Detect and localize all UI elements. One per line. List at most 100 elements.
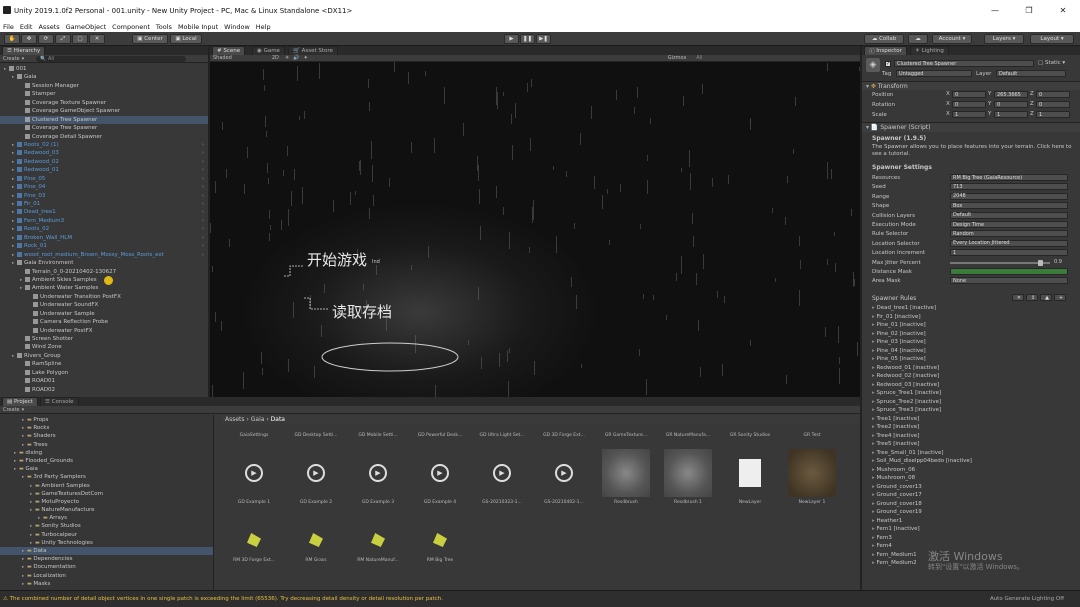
asset-item[interactable]: GR Test xyxy=(782,433,842,438)
setting-value-field[interactable]: Random xyxy=(950,230,1068,238)
prefab-chevron-icon[interactable]: › xyxy=(202,225,204,233)
breadcrumb-assets[interactable]: Assets xyxy=(225,416,245,423)
hierarchy-item[interactable]: ▸ Dead_tree1 › xyxy=(0,208,208,216)
hierarchy-item[interactable]: Underwater PostFX xyxy=(0,327,208,335)
spawner-rule-item[interactable]: ▸ Spruce_Tree1 [inactive] xyxy=(872,389,1077,398)
setting-value-field[interactable]: Design Time xyxy=(950,221,1068,228)
breadcrumb-gaia[interactable]: Gaia xyxy=(251,416,265,423)
tab-inspector[interactable]: ⓘ Inspector xyxy=(864,46,907,55)
spawner-rule-item[interactable]: ▸ Mushroom_08 xyxy=(872,474,1077,483)
menu-help[interactable]: Help xyxy=(256,23,271,31)
tab-console[interactable]: ☰ Console xyxy=(40,397,79,406)
scale-y-field[interactable]: 1 xyxy=(994,111,1028,118)
folder-item[interactable]: ▸ ▬ Trees xyxy=(0,441,213,449)
spawner-rule-item[interactable]: ▸ Pine_05 [inactive] xyxy=(872,355,1077,364)
asset-item[interactable]: ▶ GS-20210323-1... xyxy=(472,449,532,505)
distance-mask-curve[interactable] xyxy=(950,268,1068,275)
prefab-chevron-icon[interactable]: › xyxy=(202,149,204,157)
asset-item[interactable]: Resdbrush 1 xyxy=(658,449,718,505)
prefab-chevron-icon[interactable]: › xyxy=(202,192,204,200)
folder-item[interactable]: ▸ ▬ Rocks xyxy=(0,424,213,432)
folder-item[interactable]: ▸ ▬ Flooded_Grounds xyxy=(0,457,213,465)
prefab-chevron-icon[interactable]: › xyxy=(202,200,204,208)
status-message[interactable]: The combined number of detail object ver… xyxy=(10,596,443,602)
hierarchy-item[interactable]: Underwater Sample xyxy=(0,310,208,318)
hierarchy-item[interactable]: ▸ 001 xyxy=(0,65,208,73)
spawner-rule-item[interactable]: ▸ Ground_cover18 xyxy=(872,500,1077,509)
spawner-rule-item[interactable]: ▸ Ground_cover17 xyxy=(872,491,1077,500)
collab-button[interactable]: ☁ Collab xyxy=(864,34,904,44)
hierarchy-item[interactable]: ▸ Pine_03 › xyxy=(0,192,208,200)
folder-item[interactable]: ▸ ▬ Masks xyxy=(0,580,213,588)
spawner-description[interactable]: The Spawner allows you to place features… xyxy=(872,144,1076,158)
menu-mobile-input[interactable]: Mobile Input xyxy=(178,23,218,31)
asset-item[interactable]: ▶ GD Example 2 xyxy=(286,449,346,505)
spawner-rule-item[interactable]: ▸ Pine_04 [inactive] xyxy=(872,347,1077,356)
folder-item[interactable]: ▸ ▬ Arrays xyxy=(0,514,213,522)
menu-edit[interactable]: Edit xyxy=(20,23,33,31)
layout-dropdown[interactable]: Layout ▾ xyxy=(1030,34,1074,44)
menu-assets[interactable]: Assets xyxy=(38,23,59,31)
prefab-chevron-icon[interactable]: › xyxy=(202,166,204,174)
hierarchy-item[interactable]: Coverage Detail Spawner xyxy=(0,133,208,141)
rotate-tool-icon[interactable]: ⟳ xyxy=(38,34,54,44)
asset-item[interactable]: RM Grass xyxy=(286,525,346,563)
slider-handle[interactable] xyxy=(1038,259,1043,266)
play-button[interactable]: ▶ xyxy=(504,34,519,44)
pivot-center-button[interactable]: ▣ Center xyxy=(132,34,168,44)
hierarchy-item[interactable]: ▸ Rivers_Group xyxy=(0,352,208,360)
folder-item[interactable]: ▸ ▬ Props xyxy=(0,416,213,424)
asset-item[interactable]: ▶ GS-20210402-1... xyxy=(534,449,594,505)
spawner-rule-item[interactable]: ▸ Tree_Small_01 [inactive] xyxy=(872,449,1077,458)
spawner-rule-item[interactable]: ▸ Tree4 [inactive] xyxy=(872,432,1077,441)
layer-dropdown[interactable]: Default xyxy=(996,70,1066,77)
tab-lighting[interactable]: ☀ Lighting xyxy=(910,46,949,55)
active-checkbox[interactable]: ✓ xyxy=(885,61,891,67)
hierarchy-item[interactable]: ▸ Redwood_01 › xyxy=(0,166,208,174)
hierarchy-item[interactable]: ▸ wood_root_medium_Brown_Mossy_Moss_Roots… xyxy=(0,251,208,259)
hierarchy-item[interactable]: ▸ Pine_04 › xyxy=(0,183,208,191)
tab-game[interactable]: ◉ Game xyxy=(252,46,285,55)
rule-remove-button[interactable]: ✕ xyxy=(1012,294,1024,301)
rule-add-button[interactable]: + xyxy=(1054,294,1066,301)
asset-item[interactable]: NewLayer xyxy=(720,449,780,505)
hierarchy-item[interactable]: Wind Zone xyxy=(0,343,208,351)
asset-item[interactable]: GD Powerful Desk... xyxy=(410,433,470,438)
hierarchy-item[interactable]: Lake Polygon xyxy=(0,369,208,377)
folder-item[interactable]: ▸ ▬ Localization xyxy=(0,572,213,580)
move-tool-icon[interactable]: ✥ xyxy=(21,34,37,44)
asset-item[interactable]: RM NatureManuf... xyxy=(348,525,408,563)
spawner-rule-item[interactable]: ▸ Tree5 [inactive] xyxy=(872,440,1077,449)
setting-value-field[interactable]: None xyxy=(950,277,1068,285)
folder-item[interactable]: ▸ ▬ Dependencies xyxy=(0,555,213,563)
hierarchy-item[interactable]: ROAD02 xyxy=(0,386,208,394)
asset-item[interactable]: GR Sonity Studios xyxy=(720,433,780,438)
rotation-z-field[interactable]: 0 xyxy=(1036,101,1070,108)
step-button[interactable]: ▶❚ xyxy=(536,34,551,44)
pause-button[interactable]: ❚❚ xyxy=(520,34,535,44)
hierarchy-item[interactable]: ROAD01 xyxy=(0,377,208,385)
hierarchy-create-button[interactable]: Create xyxy=(3,56,20,62)
hierarchy-search-input[interactable]: 🔍 All xyxy=(36,55,187,62)
asset-item[interactable]: ▶ GD Example 4 xyxy=(410,449,470,505)
rule-sort-button[interactable]: ↕ xyxy=(1026,294,1038,301)
asset-item[interactable]: RM 3D Forge Ext... xyxy=(224,525,284,563)
setting-value-field[interactable]: Every Location Jittered xyxy=(950,239,1068,247)
asset-item[interactable]: Resdbrush xyxy=(596,449,656,505)
asset-item[interactable]: GD Mobile Setti... xyxy=(348,433,408,438)
menu-tools[interactable]: Tools xyxy=(156,23,172,31)
hierarchy-item[interactable]: ▸ Fern_Medium3 › xyxy=(0,217,208,225)
prefab-chevron-icon[interactable]: › xyxy=(202,208,204,216)
folder-item[interactable]: ▸ ▬ Sonity Studios xyxy=(0,522,213,530)
prefab-chevron-icon[interactable]: › xyxy=(202,217,204,225)
asset-item[interactable]: NewLayer 1 xyxy=(782,449,842,505)
hierarchy-item[interactable]: ▸ Broken_Wall_HLM › xyxy=(0,234,208,242)
spawner-rule-item[interactable]: ▸ Spruce_Tree2 [inactive] xyxy=(872,398,1077,407)
gizmos-dropdown[interactable]: Gizmos xyxy=(668,55,686,61)
spawner-rule-item[interactable]: ▸ Heather1 xyxy=(872,517,1077,526)
prefab-chevron-icon[interactable]: › xyxy=(202,234,204,242)
static-toggle[interactable]: ▢ Static ▾ xyxy=(1038,60,1065,66)
hierarchy-item[interactable]: Camera Reflection Probe xyxy=(0,318,208,326)
spawner-rule-item[interactable]: ▸ Soil_Mud_diselpp04bedo [inactive] xyxy=(872,457,1077,466)
hierarchy-item[interactable]: ▸ Rock_01 › xyxy=(0,242,208,250)
